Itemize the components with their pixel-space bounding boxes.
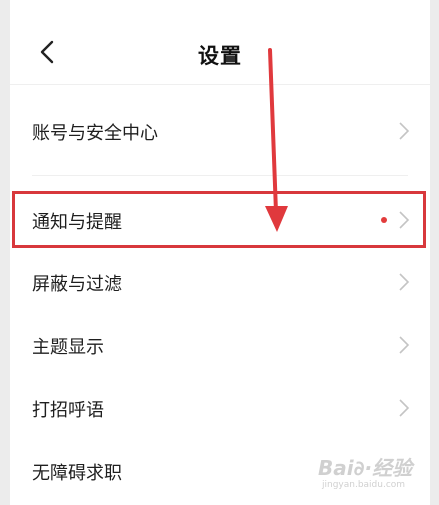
chevron-right-icon	[399, 211, 410, 229]
page-title: 设置	[198, 44, 242, 68]
watermark-logo: Bai∂·经验	[318, 456, 413, 480]
header-bar: 设置	[10, 0, 430, 85]
menu-item-label: 通知与提醒	[32, 212, 122, 233]
menu-item-label: 主题显示	[32, 337, 104, 358]
chevron-right-icon	[399, 273, 410, 291]
menu-item-greeting[interactable]: 打招呼语	[10, 377, 430, 439]
chevron-right-icon	[399, 399, 410, 417]
settings-screen: 设置 账号与安全中心 通知与提醒 屏蔽与过滤 主题显示 打招呼语 无障碍求职	[10, 0, 430, 505]
watermark-url: jingyan.baidu.com	[322, 480, 406, 490]
divider	[32, 175, 408, 176]
menu-item-theme-display[interactable]: 主题显示	[10, 314, 430, 376]
menu-item-label: 无障碍求职	[32, 463, 122, 484]
notification-badge-dot	[381, 217, 387, 223]
menu-item-notifications[interactable]: 通知与提醒	[10, 189, 430, 251]
menu-item-block-filter[interactable]: 屏蔽与过滤	[10, 251, 430, 313]
menu-item-label: 屏蔽与过滤	[32, 274, 122, 295]
menu-item-label: 账号与安全中心	[32, 123, 158, 144]
chevron-right-icon	[399, 122, 410, 140]
menu-item-label: 打招呼语	[32, 400, 104, 421]
chevron-right-icon	[399, 336, 410, 354]
menu-item-account-security[interactable]: 账号与安全中心	[10, 100, 430, 162]
